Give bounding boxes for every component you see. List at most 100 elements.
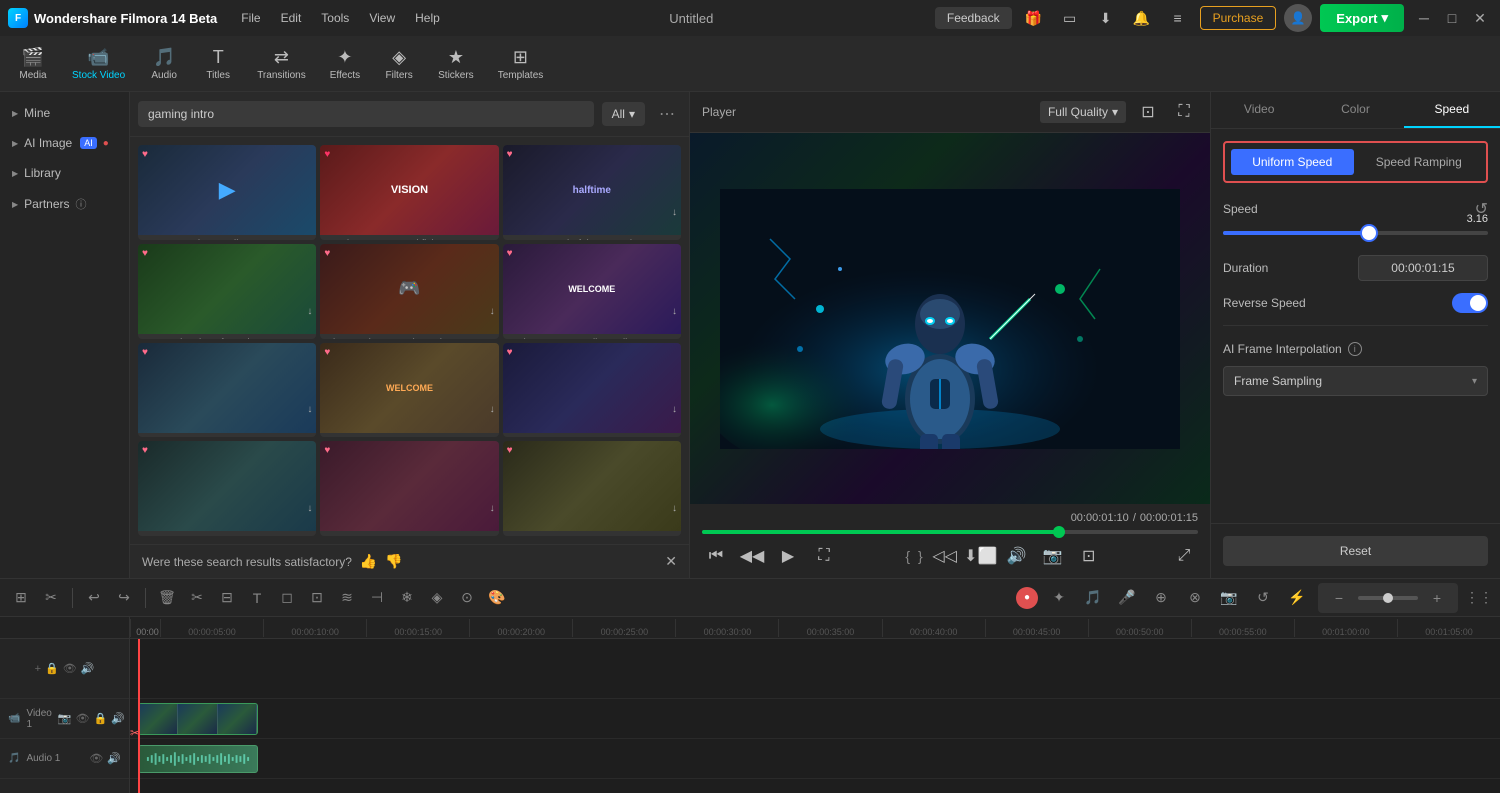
export-button[interactable]: Export ▾ bbox=[1320, 4, 1404, 32]
zoom-thumb[interactable] bbox=[1383, 593, 1393, 603]
user-avatar[interactable]: 👤 bbox=[1284, 4, 1312, 32]
split-clip-button[interactable]: ✂ bbox=[38, 585, 64, 611]
toolbar-stickers[interactable]: ★ Stickers bbox=[428, 41, 484, 87]
zoom-out-button[interactable]: − bbox=[1326, 585, 1352, 611]
reverse-speed-toggle[interactable] bbox=[1452, 293, 1488, 313]
more-timeline-button[interactable]: ⋮⋮ bbox=[1466, 585, 1492, 611]
prev-frame-button[interactable]: ◁◁ bbox=[931, 542, 959, 570]
thumbs-down-button[interactable]: 👎 bbox=[385, 553, 402, 570]
mask-button[interactable]: ◻ bbox=[274, 585, 300, 611]
list-item[interactable]: ▶ ♥ Game Premium Media 14 bbox=[138, 145, 316, 240]
ai-tools-button[interactable]: ✦ bbox=[1046, 585, 1072, 611]
maximize-button[interactable]: □ bbox=[1440, 6, 1464, 30]
uniform-speed-tab[interactable]: Uniform Speed bbox=[1231, 149, 1354, 175]
ripple-button[interactable]: ≋ bbox=[334, 585, 360, 611]
menu-icon[interactable]: ≡ bbox=[1164, 4, 1192, 32]
gift-icon[interactable]: 🎁 bbox=[1020, 4, 1048, 32]
split-audio-button[interactable]: ⊗ bbox=[1182, 585, 1208, 611]
track-eye-icon[interactable]: 👁 bbox=[63, 662, 77, 675]
list-item[interactable]: ♥ ↓ bbox=[138, 441, 316, 536]
trim-button[interactable]: ⊣ bbox=[364, 585, 390, 611]
close-feedback-button[interactable]: ✕ bbox=[665, 553, 677, 570]
audio-track-button[interactable]: 🎵 bbox=[1080, 585, 1106, 611]
speed-button[interactable]: ⚡ bbox=[1284, 585, 1310, 611]
toolbar-media[interactable]: 🎬 Media bbox=[8, 41, 58, 87]
v1-sound-icon[interactable]: 🔊 bbox=[111, 712, 125, 725]
tab-video[interactable]: Video bbox=[1211, 92, 1307, 128]
v1-camera-icon[interactable]: 📷 bbox=[58, 712, 72, 725]
feedback-button[interactable]: Feedback bbox=[935, 7, 1012, 29]
freeze-button[interactable]: ❄ bbox=[394, 585, 420, 611]
list-item[interactable]: WELCOME ♥ ↓ Welcome Intro Media Media... bbox=[320, 343, 498, 438]
scene-detect-button[interactable]: ⊞ bbox=[8, 585, 34, 611]
microphone-button[interactable]: 🎤 bbox=[1114, 585, 1140, 611]
zoom-slider[interactable] bbox=[1358, 596, 1418, 600]
play-button[interactable]: ▶ bbox=[774, 542, 802, 570]
redo-button[interactable]: ↪ bbox=[111, 585, 137, 611]
menu-file[interactable]: File bbox=[233, 7, 268, 29]
skip-backward-button[interactable]: ⏮ bbox=[702, 542, 730, 570]
v1-lock-icon[interactable]: 🔒 bbox=[94, 712, 108, 725]
blend-button[interactable]: ⊙ bbox=[454, 585, 480, 611]
toolbar-audio[interactable]: 🎵 Audio bbox=[139, 41, 189, 87]
progress-thumb[interactable] bbox=[1053, 526, 1065, 538]
minimize-panel-icon[interactable]: ▭ bbox=[1056, 4, 1084, 32]
v1-eye-icon[interactable]: 👁 bbox=[76, 712, 90, 725]
progress-bar[interactable] bbox=[702, 530, 1198, 534]
thumbs-up-button[interactable]: 👍 bbox=[360, 553, 377, 570]
composite-button[interactable]: ◈ bbox=[424, 585, 450, 611]
audio-clip[interactable] bbox=[138, 745, 258, 773]
mark-in-button[interactable]: { bbox=[905, 548, 910, 564]
a1-eye-icon[interactable]: 👁 bbox=[89, 752, 103, 765]
video-clip[interactable] bbox=[138, 703, 258, 735]
crop-button[interactable]: ⊟ bbox=[214, 585, 240, 611]
tab-color[interactable]: Color bbox=[1307, 92, 1403, 128]
a1-sound-icon[interactable]: 🔊 bbox=[107, 752, 121, 765]
list-item[interactable]: WELCOME ♥ ↓ Welcome Intro Media Media... bbox=[503, 244, 681, 339]
toolbar-stock-video[interactable]: 📹 Stock Video bbox=[62, 41, 135, 87]
menu-tools[interactable]: Tools bbox=[313, 7, 357, 29]
delete-button[interactable]: 🗑 bbox=[154, 585, 180, 611]
speed-ramping-tab[interactable]: Speed Ramping bbox=[1358, 149, 1481, 175]
record-button[interactable]: ● bbox=[1016, 587, 1038, 609]
interpolation-info-icon[interactable]: i bbox=[1348, 342, 1362, 356]
download-icon[interactable]: ⬇ bbox=[1092, 4, 1120, 32]
menu-edit[interactable]: Edit bbox=[273, 7, 310, 29]
filter-all-button[interactable]: All ▾ bbox=[602, 102, 645, 126]
select-button[interactable]: ⊡ bbox=[304, 585, 330, 611]
speed-slider-thumb[interactable] bbox=[1362, 226, 1376, 240]
fullscreen-icon[interactable]: ⛶ bbox=[1170, 98, 1198, 126]
list-item[interactable]: ♥ ↓ Loop animation of Number ... bbox=[138, 244, 316, 339]
sidebar-item-ai-image[interactable]: ▶ AI Image AI ● bbox=[0, 130, 129, 156]
list-item[interactable]: ♥ ↓ bbox=[320, 441, 498, 536]
expand-button[interactable]: ⤢ bbox=[1170, 542, 1198, 570]
sidebar-item-mine[interactable]: ▶ Mine bbox=[0, 100, 129, 126]
quality-select[interactable]: Full Quality ▾ bbox=[1040, 101, 1126, 123]
list-item[interactable]: 🎮 ♥ ↓ Sign gaming control panel, s... bbox=[320, 244, 498, 339]
toolbar-titles[interactable]: T Titles bbox=[193, 41, 243, 87]
duration-input[interactable] bbox=[1358, 255, 1488, 281]
reset-button[interactable]: Reset bbox=[1223, 536, 1488, 566]
purchase-button[interactable]: Purchase bbox=[1200, 6, 1277, 30]
snapshot-button[interactable]: 📷 bbox=[1216, 585, 1242, 611]
screenshot-button[interactable]: 📷 bbox=[1039, 542, 1067, 570]
track-lock-icon[interactable]: 🔒 bbox=[45, 662, 59, 675]
loop-button[interactable]: ↺ bbox=[1250, 585, 1276, 611]
close-button[interactable]: ✕ bbox=[1468, 6, 1492, 30]
toolbar-effects[interactable]: ✦ Effects bbox=[320, 41, 370, 87]
toolbar-filters[interactable]: ◈ Filters bbox=[374, 41, 424, 87]
clip-to-timeline-button[interactable]: ⬇⬜ bbox=[967, 542, 995, 570]
speed-slider[interactable] bbox=[1223, 231, 1488, 235]
mark-out-button[interactable]: } bbox=[918, 548, 923, 564]
more-options-button[interactable]: ⋯ bbox=[653, 100, 681, 128]
tab-speed[interactable]: Speed bbox=[1404, 92, 1500, 128]
list-item[interactable]: ♥ ↓ bbox=[503, 441, 681, 536]
text-button[interactable]: T bbox=[244, 585, 270, 611]
list-item[interactable]: halftime ♥ ↓ Data Loss colorful text wor… bbox=[503, 145, 681, 240]
minimize-button[interactable]: ─ bbox=[1412, 6, 1436, 30]
add-track-button[interactable]: + bbox=[35, 663, 41, 675]
sidebar-item-library[interactable]: ▶ Library bbox=[0, 160, 129, 186]
toolbar-templates[interactable]: ⊞ Templates bbox=[488, 41, 554, 87]
menu-view[interactable]: View bbox=[361, 7, 403, 29]
merge-button[interactable]: ⊕ bbox=[1148, 585, 1174, 611]
